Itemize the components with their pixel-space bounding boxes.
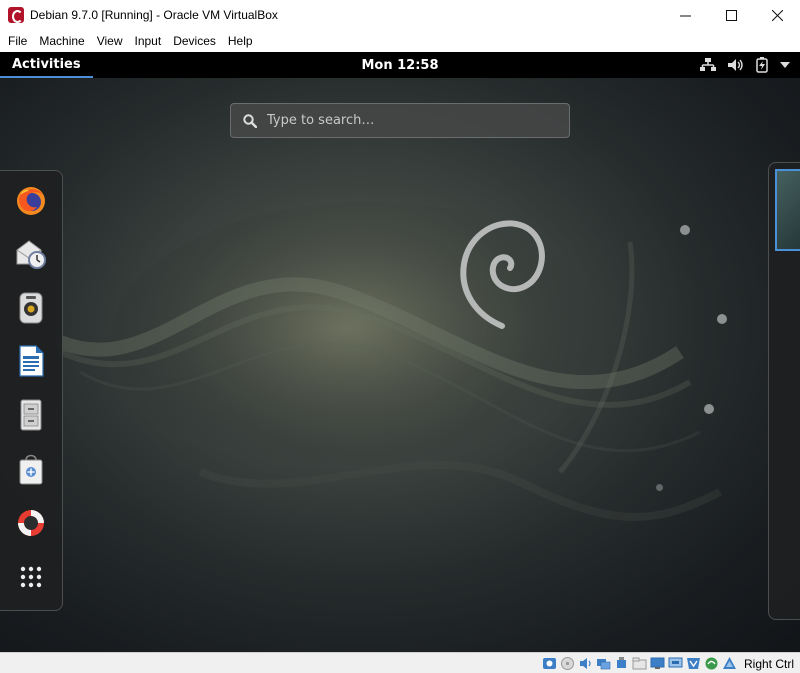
menu-input[interactable]: Input	[129, 34, 168, 48]
clock[interactable]: Mon 12:58	[0, 52, 800, 78]
evolution-mail-icon	[16, 240, 46, 269]
wallpaper-dot	[656, 484, 663, 491]
debian-logo	[460, 220, 545, 329]
dash-app-evolution[interactable]	[14, 237, 48, 271]
close-icon	[771, 9, 783, 21]
menu-machine[interactable]: Machine	[33, 34, 90, 48]
dash	[0, 170, 63, 611]
host-key-label[interactable]: Right Ctrl	[744, 657, 794, 671]
workspace-thumbnail[interactable]	[775, 169, 800, 251]
status-icons: Right Ctrl	[542, 653, 800, 673]
battery-icon[interactable]	[756, 57, 768, 73]
dash-app-libreoffice-writer[interactable]	[14, 344, 48, 378]
wallpaper	[57, 202, 722, 521]
dash-app-help[interactable]	[14, 506, 48, 540]
workspace-switcher	[768, 162, 800, 620]
mouse-integration-icon[interactable]	[704, 656, 720, 672]
search-box[interactable]	[230, 103, 570, 138]
cpu-icon[interactable]	[686, 656, 702, 672]
menu-help[interactable]: Help	[222, 34, 259, 48]
window-titlebar[interactable]: Debian 9.7.0 [Running] - Oracle VM Virtu…	[0, 0, 800, 30]
window-title: Debian 9.7.0 [Running] - Oracle VM Virtu…	[30, 8, 278, 22]
dash-app-rhythmbox[interactable]	[14, 291, 48, 325]
gnome-top-bar: Activities Mon 12:58	[0, 52, 800, 78]
dash-app-files[interactable]	[14, 398, 48, 432]
display-icon[interactable]	[650, 656, 666, 672]
optical-drive-icon[interactable]	[560, 656, 576, 672]
menu-devices[interactable]: Devices	[167, 34, 222, 48]
window-controls	[662, 0, 800, 30]
maximize-icon	[725, 9, 737, 21]
show-applications-button[interactable]	[14, 560, 48, 594]
libreoffice-writer-icon	[19, 345, 44, 377]
show-applications-icon	[20, 566, 42, 588]
search-icon	[243, 113, 257, 128]
firefox-icon	[17, 187, 45, 215]
network-icon[interactable]	[596, 656, 612, 672]
wallpaper-dot	[704, 404, 714, 414]
system-menu-arrow-icon[interactable]	[780, 62, 790, 68]
vm-display[interactable]: Activities Mon 12:58	[0, 52, 800, 652]
audio-icon[interactable]	[578, 656, 594, 672]
system-tray[interactable]	[700, 52, 790, 78]
menu-file[interactable]: File	[2, 34, 33, 48]
help-icon	[18, 510, 44, 536]
wallpaper-dot	[680, 225, 690, 235]
menu-view[interactable]: View	[91, 34, 129, 48]
minimize-button[interactable]	[662, 0, 708, 30]
vbox-status-bar: Right Ctrl	[0, 652, 800, 673]
close-button[interactable]	[754, 0, 800, 30]
search-input[interactable]	[267, 113, 547, 128]
wallpaper-dot	[717, 314, 727, 324]
hard-disk-icon[interactable]	[542, 656, 558, 672]
keyboard-icon[interactable]	[722, 656, 738, 672]
virtualbox-app-icon[interactable]	[8, 7, 24, 23]
files-icon	[20, 399, 42, 431]
video-capture-icon[interactable]	[668, 656, 684, 672]
shared-folders-icon[interactable]	[632, 656, 648, 672]
rhythmbox-icon	[19, 292, 43, 324]
dash-app-software[interactable]	[14, 452, 48, 486]
minimize-icon	[679, 15, 691, 16]
dash-app-firefox[interactable]	[14, 184, 48, 218]
activities-button[interactable]: Activities	[0, 52, 93, 78]
menubar: File Machine View Input Devices Help	[0, 30, 800, 52]
network-wired-icon[interactable]	[700, 58, 716, 72]
software-center-icon	[19, 454, 43, 485]
volume-icon[interactable]	[728, 58, 744, 72]
maximize-button[interactable]	[708, 0, 754, 30]
usb-icon[interactable]	[614, 656, 630, 672]
